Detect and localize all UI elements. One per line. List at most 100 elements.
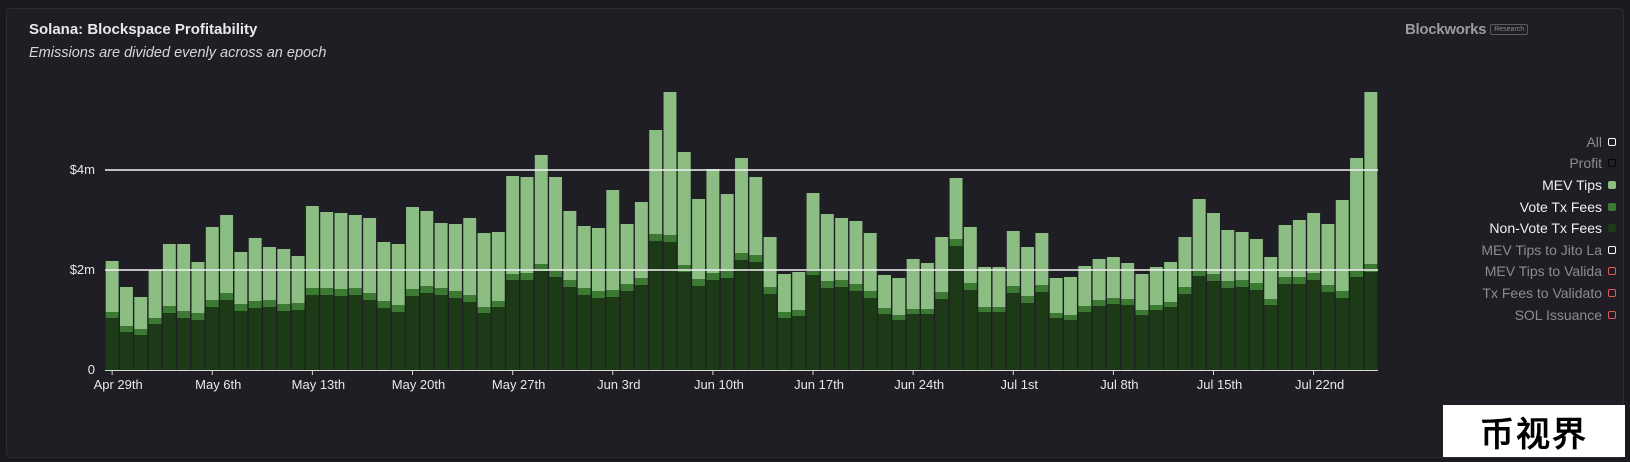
bar-non-vote-tx-fees: [720, 278, 734, 370]
bar-mev-tips: [863, 233, 877, 291]
bar-mev-tips: [1078, 266, 1092, 306]
legend-label: MEV Tips to Jito La: [1481, 241, 1602, 258]
bar-mev-tips: [1207, 213, 1220, 274]
bar-mev-tips: [391, 244, 405, 305]
bar-mev-tips: [491, 232, 505, 301]
bar-vote-tx-fees: [105, 312, 119, 318]
bar-non-vote-tx-fees: [506, 280, 520, 370]
bar-vote-tx-fees: [191, 313, 205, 320]
bar-non-vote-tx-fees: [563, 287, 577, 370]
bar-non-vote-tx-fees: [820, 288, 834, 370]
bar-vote-tx-fees: [506, 274, 520, 280]
bar-non-vote-tx-fees: [1064, 320, 1077, 370]
bar-non-vote-tx-fees: [448, 298, 462, 370]
legend-swatch: [1608, 245, 1616, 254]
bar-non-vote-tx-fees: [920, 314, 934, 370]
bar-non-vote-tx-fees: [1021, 303, 1035, 370]
bar-vote-tx-fees: [1249, 283, 1263, 290]
bar-non-vote-tx-fees: [892, 320, 906, 370]
bar-non-vote-tx-fees: [463, 302, 477, 370]
bar-mev-tips: [849, 221, 863, 284]
bar-mev-tips: [820, 214, 834, 281]
bar-mev-tips: [406, 207, 419, 289]
x-tick-label: Jun 24th: [894, 377, 944, 392]
x-tick-label: Jul 15th: [1197, 377, 1243, 392]
bar-vote-tx-fees: [434, 288, 448, 295]
bar-vote-tx-fees: [363, 293, 377, 300]
bar-vote-tx-fees: [978, 307, 992, 312]
bar-vote-tx-fees: [677, 265, 691, 272]
bar-non-vote-tx-fees: [1121, 305, 1135, 370]
bar-mev-tips: [620, 224, 634, 284]
x-tick-label: May 13th: [292, 377, 345, 392]
bar-non-vote-tx-fees: [1006, 293, 1020, 370]
bar-vote-tx-fees: [663, 235, 677, 242]
legend-item[interactable]: MEV Tips: [1426, 174, 1616, 196]
legend-swatch: [1608, 310, 1616, 319]
bar-vote-tx-fees: [1135, 310, 1149, 315]
bar-non-vote-tx-fees: [849, 291, 863, 370]
bar-mev-tips: [305, 206, 319, 288]
bar-vote-tx-fees: [577, 288, 591, 295]
bar-mev-tips: [1035, 233, 1049, 285]
bar-vote-tx-fees: [949, 239, 963, 246]
bar-mev-tips: [935, 237, 949, 292]
bar-non-vote-tx-fees: [1249, 290, 1263, 370]
bar-vote-tx-fees: [1049, 313, 1063, 318]
legend-item[interactable]: MEV Tips to Jito La: [1426, 239, 1616, 261]
bar-mev-tips: [720, 194, 734, 271]
bar-non-vote-tx-fees: [1350, 277, 1363, 370]
bar-mev-tips: [363, 218, 377, 293]
legend-item[interactable]: SOL Issuance: [1426, 304, 1616, 326]
bar-non-vote-tx-fees: [534, 271, 548, 370]
bar-mev-tips: [592, 228, 605, 291]
bar-non-vote-tx-fees: [749, 262, 763, 370]
bar-non-vote-tx-fees: [263, 307, 276, 370]
bar-vote-tx-fees: [549, 270, 562, 277]
bar-vote-tx-fees: [263, 300, 276, 307]
bar-non-vote-tx-fees: [992, 312, 1006, 370]
legend-label: SOL Issuance: [1514, 306, 1602, 323]
bar-non-vote-tx-fees: [649, 241, 663, 370]
bar-non-vote-tx-fees: [191, 320, 205, 370]
bar-vote-tx-fees: [592, 291, 605, 298]
bar-vote-tx-fees: [792, 310, 806, 316]
legend-swatch: [1608, 202, 1616, 211]
legend-label: Non-Vote Tx Fees: [1489, 220, 1602, 237]
bar-mev-tips: [978, 267, 992, 307]
stacked-bar-chart: 0 $2m $4m Apr 29th May 6th May 13th May 20th Ma…: [70, 92, 1378, 392]
bar-vote-tx-fees: [1149, 305, 1163, 310]
bar-non-vote-tx-fees: [1164, 307, 1178, 370]
bar-mev-tips: [334, 213, 348, 289]
legend-item[interactable]: Vote Tx Fees: [1426, 196, 1616, 218]
legend-item[interactable]: MEV Tips to Valida: [1426, 261, 1616, 283]
y-tick-label: $2m: [70, 262, 95, 277]
bar-mev-tips: [1178, 237, 1192, 287]
bar-mev-tips: [105, 261, 119, 312]
bar-mev-tips: [1321, 224, 1335, 285]
bar-mev-tips: [706, 169, 720, 273]
bar-non-vote-tx-fees: [1221, 288, 1235, 370]
bar-mev-tips: [992, 267, 1006, 307]
bar-non-vote-tx-fees: [1278, 284, 1292, 370]
bar-vote-tx-fees: [649, 234, 663, 241]
legend-item[interactable]: Non-Vote Tx Fees: [1426, 217, 1616, 239]
bar-non-vote-tx-fees: [305, 295, 319, 370]
legend-item[interactable]: All: [1426, 131, 1616, 153]
legend-item[interactable]: Profit: [1426, 153, 1616, 175]
bar-vote-tx-fees: [205, 300, 219, 307]
legend-swatch: [1608, 288, 1616, 297]
bar-non-vote-tx-fees: [1078, 312, 1092, 370]
bar-non-vote-tx-fees: [1207, 281, 1220, 370]
bar-vote-tx-fees: [777, 312, 791, 318]
bar-mev-tips: [677, 152, 691, 265]
bar-vote-tx-fees: [134, 329, 148, 335]
bar-vote-tx-fees: [892, 315, 906, 320]
x-tick-label: Jul 22nd: [1295, 377, 1344, 392]
bar-vote-tx-fees: [1364, 264, 1378, 272]
bar-mev-tips: [1278, 225, 1292, 277]
bar-vote-tx-fees: [1307, 273, 1321, 280]
legend-swatch: [1608, 137, 1616, 146]
legend-label: MEV Tips to Valida: [1484, 263, 1602, 280]
legend-item[interactable]: Tx Fees to Validato: [1426, 282, 1616, 304]
